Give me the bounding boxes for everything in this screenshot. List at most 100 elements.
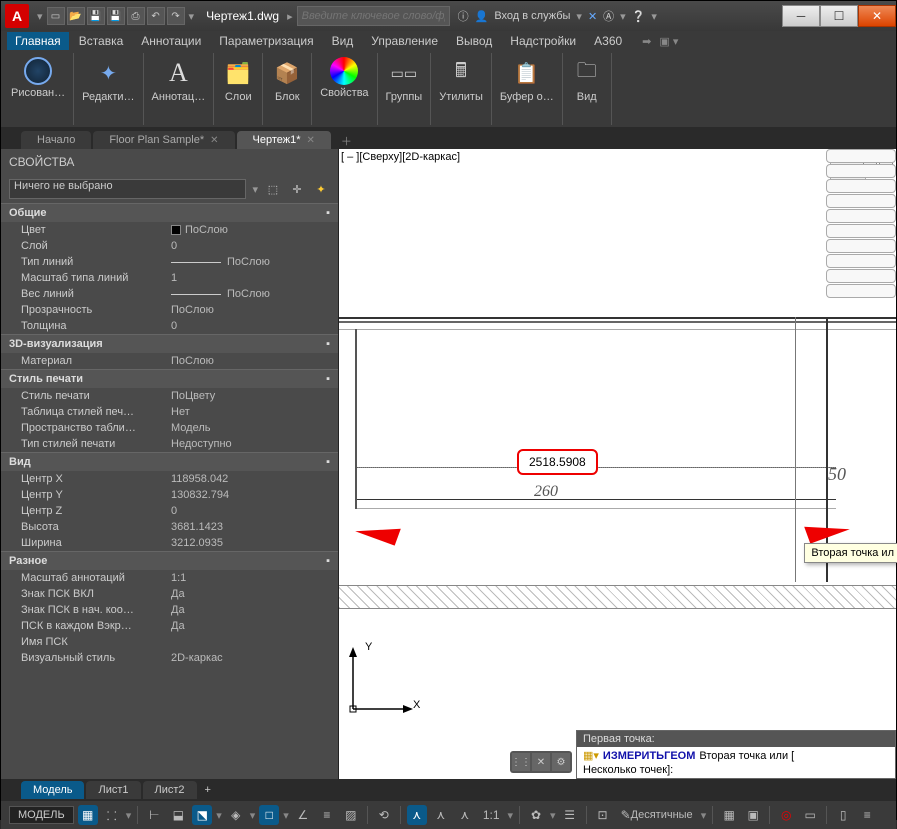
- units-button[interactable]: ✎ Десятичные: [617, 805, 697, 825]
- tab-output[interactable]: Вывод: [448, 32, 500, 50]
- group-general[interactable]: Общие▪: [1, 203, 338, 222]
- infocenter-icon[interactable]: ⓘ: [458, 8, 469, 24]
- osnap-toggle[interactable]: □: [259, 805, 279, 825]
- groups-button[interactable]: ▭▭Группы: [382, 55, 427, 105]
- tab-manage[interactable]: Управление: [363, 32, 446, 50]
- title-menu-arrow[interactable]: ▸: [287, 10, 293, 23]
- cmd-grip-icon[interactable]: ⋮⋮: [512, 753, 530, 771]
- prop-ucsname[interactable]: Имя ПСК: [1, 634, 338, 650]
- otrack-toggle[interactable]: ∠: [293, 805, 313, 825]
- pickadd-icon[interactable]: ✛: [288, 180, 306, 198]
- tab-addins[interactable]: Надстройки: [502, 32, 584, 50]
- selection-cycle[interactable]: ⟲: [374, 805, 394, 825]
- collapse-icon[interactable]: ▪: [326, 555, 330, 567]
- menu-arrow-icon[interactable]: ▾: [37, 10, 43, 23]
- tab-layout2[interactable]: Лист2: [143, 781, 197, 799]
- layers-button[interactable]: 🗂️Слои: [218, 55, 258, 105]
- tab-parametric[interactable]: Параметризация: [211, 32, 321, 50]
- clipboard-button[interactable]: 📋Буфер о…: [496, 55, 558, 105]
- search-input[interactable]: [297, 6, 450, 26]
- annoscale-toggle3[interactable]: ⋏: [455, 805, 475, 825]
- lweight-toggle[interactable]: ≡: [317, 805, 337, 825]
- prop-cy[interactable]: Центр Y130832.794: [1, 487, 338, 503]
- polar-toggle[interactable]: ⬔: [192, 805, 212, 825]
- a360-icon[interactable]: Ⓐ: [603, 8, 614, 24]
- quickselect-icon[interactable]: ⬚: [264, 180, 282, 198]
- annoscale-toggle2[interactable]: ⋏: [431, 805, 451, 825]
- doc-tab-floorplan[interactable]: Floor Plan Sample*✕: [93, 131, 234, 149]
- exchange-icon[interactable]: ✕: [588, 10, 597, 23]
- prop-lweight[interactable]: Вес линийПоСлою: [1, 286, 338, 302]
- annoscale-toggle[interactable]: ⋏: [407, 805, 427, 825]
- annotate-button[interactable]: AАннотац…: [148, 55, 210, 105]
- saveas-icon[interactable]: 💾: [107, 7, 125, 25]
- minimize-button[interactable]: ─: [782, 5, 820, 27]
- signin-icon[interactable]: 👤: [475, 10, 489, 23]
- prop-cz[interactable]: Центр Z0: [1, 503, 338, 519]
- prop-ucsorig[interactable]: Знак ПСК в нач. коо…Да: [1, 602, 338, 618]
- close-icon[interactable]: ✕: [210, 135, 218, 146]
- tab-model[interactable]: Модель: [21, 781, 84, 799]
- group-misc[interactable]: Разное▪: [1, 551, 338, 570]
- utils-button[interactable]: 🖩Утилиты: [435, 55, 487, 105]
- collapse-icon[interactable]: ▪: [326, 338, 330, 350]
- infer-toggle[interactable]: ⊢: [144, 805, 164, 825]
- ribbon-arrow-icon[interactable]: ➡: [642, 35, 651, 48]
- app-logo[interactable]: A: [5, 4, 29, 28]
- ortho-toggle[interactable]: ⬓: [168, 805, 188, 825]
- prop-vstyle[interactable]: Визуальный стиль2D-каркас: [1, 650, 338, 666]
- tab-annotate[interactable]: Аннотации: [133, 32, 209, 50]
- scale-button[interactable]: 1:1: [479, 805, 504, 825]
- close-button[interactable]: ✕: [858, 5, 896, 27]
- add-doc-button[interactable]: ＋: [333, 133, 360, 149]
- transparency-toggle[interactable]: ▨: [341, 805, 361, 825]
- prop-linetype[interactable]: Тип линийПоСлою: [1, 254, 338, 270]
- undo-icon[interactable]: ↶: [147, 7, 165, 25]
- view-button[interactable]: 🗀Вид: [567, 55, 607, 105]
- tab-layout1[interactable]: Лист1: [86, 781, 140, 799]
- redo-icon[interactable]: ↷: [167, 7, 185, 25]
- tab-a360[interactable]: A360: [586, 32, 630, 50]
- prop-material[interactable]: МатериалПоСлою: [1, 353, 338, 369]
- cleanscreen-toggle[interactable]: ▯: [833, 805, 853, 825]
- open-icon[interactable]: 📂: [67, 7, 85, 25]
- signin-button[interactable]: Вход в службы: [494, 10, 570, 22]
- prop-ltscale[interactable]: Масштаб типа линий1: [1, 270, 338, 286]
- cmd-close-icon[interactable]: ✕: [532, 753, 550, 771]
- isolate-button[interactable]: ◎: [776, 805, 796, 825]
- maximize-button[interactable]: ☐: [820, 5, 858, 27]
- selectobj-icon[interactable]: ✦: [312, 180, 330, 198]
- tab-home[interactable]: Главная: [7, 32, 69, 50]
- prop-width[interactable]: Ширина3212.0935: [1, 535, 338, 551]
- modelspace-button[interactable]: МОДЕЛЬ: [9, 806, 74, 824]
- prop-ascale[interactable]: Масштаб аннотаций1:1: [1, 570, 338, 586]
- monitor-icon[interactable]: ⊡: [593, 805, 613, 825]
- dropdown-arrow-icon[interactable]: ▾: [252, 183, 258, 196]
- new-icon[interactable]: ▭: [47, 7, 65, 25]
- prop-color[interactable]: ЦветПоСлою: [1, 222, 338, 238]
- prop-ucsvp[interactable]: ПСК в каждом Вэкр…Да: [1, 618, 338, 634]
- hardware-accel[interactable]: ▭: [800, 805, 820, 825]
- prop-thickness[interactable]: Толщина0: [1, 318, 338, 334]
- snap-toggle[interactable]: ⸬: [102, 805, 122, 825]
- collapse-icon[interactable]: ▪: [326, 456, 330, 468]
- lock-toggle[interactable]: ▣: [743, 805, 763, 825]
- gear-icon[interactable]: ✿: [526, 805, 546, 825]
- prop-ucson[interactable]: Знак ПСК ВКЛДа: [1, 586, 338, 602]
- qat-arrow-icon[interactable]: ▾: [189, 10, 195, 23]
- customize-button[interactable]: ≡: [857, 805, 877, 825]
- tab-insert[interactable]: Вставка: [71, 32, 132, 50]
- group-3d[interactable]: 3D-визуализация▪: [1, 334, 338, 353]
- draw-button[interactable]: Рисован…: [7, 55, 69, 101]
- iso-toggle[interactable]: ◈: [226, 805, 246, 825]
- print-icon[interactable]: ⎙: [127, 7, 145, 25]
- prop-ptable[interactable]: Таблица стилей печ…Нет: [1, 404, 338, 420]
- quickprops-toggle[interactable]: ▦: [719, 805, 739, 825]
- prop-pstyle[interactable]: Стиль печатиПоЦвету: [1, 388, 338, 404]
- prop-layer[interactable]: Слой0: [1, 238, 338, 254]
- edit-button[interactable]: ✦Редакти…: [78, 55, 138, 105]
- ribbon-collapse-icon[interactable]: ▣ ▾: [659, 35, 678, 48]
- command-line[interactable]: Первая точка: ▦▾ ИЗМЕРИТЬГЕОМ Вторая точ…: [576, 730, 896, 779]
- tab-view[interactable]: Вид: [324, 32, 362, 50]
- properties-button[interactable]: Свойства: [316, 55, 372, 101]
